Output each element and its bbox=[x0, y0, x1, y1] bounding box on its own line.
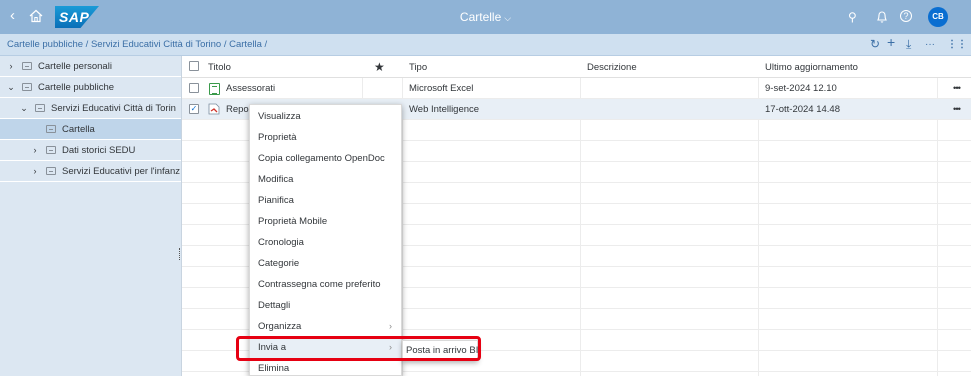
context-menu: Visualizza Proprietà Copia collegamento … bbox=[249, 104, 402, 376]
column-header-descrizione[interactable]: Descrizione bbox=[587, 62, 637, 73]
row-checkbox[interactable]: ✓ bbox=[189, 104, 199, 114]
chevron-right-icon: › bbox=[389, 321, 392, 331]
chevron-down-icon: ⌵ bbox=[504, 13, 512, 23]
shell-title[interactable]: Cartelle ⌵ bbox=[0, 10, 971, 24]
menu-item-copia-collegamento[interactable]: Copia collegamento OpenDoc bbox=[250, 148, 401, 169]
tree-item-label: Cartelle pubbliche bbox=[38, 81, 115, 93]
chevron-right-icon[interactable]: › bbox=[30, 166, 40, 176]
tree-item-servizi-infanzia[interactable]: › Servizi Educativi per l'infanz bbox=[0, 161, 181, 182]
tree-item-label: Servizi Educativi Città di Torin bbox=[51, 102, 176, 114]
tree-item-dati-storici-sedu[interactable]: › Dati storici SEDU bbox=[0, 140, 181, 161]
more-icon[interactable]: ··· bbox=[925, 38, 935, 52]
search-icon[interactable]: ⚲ bbox=[848, 10, 857, 24]
column-header-titolo[interactable]: Titolo bbox=[208, 62, 231, 73]
row-more-icon[interactable]: ••• bbox=[953, 104, 961, 115]
avatar[interactable]: CB bbox=[928, 7, 948, 27]
menu-item-visualizza[interactable]: Visualizza bbox=[250, 106, 401, 127]
menu-item-elimina[interactable]: Elimina bbox=[250, 358, 401, 376]
menu-item-label: Invia a bbox=[258, 342, 286, 353]
grid-view-icon[interactable]: ⋮⋮ bbox=[947, 38, 967, 52]
row-title[interactable]: Assessorati bbox=[226, 83, 275, 94]
tree-item-label: Cartelle personali bbox=[38, 60, 112, 72]
folder-icon bbox=[22, 83, 32, 91]
menu-item-pianifica[interactable]: Pianifica bbox=[250, 190, 401, 211]
excel-file-icon bbox=[209, 83, 220, 95]
menu-item-label: Organizza bbox=[258, 321, 302, 332]
tree-item-label: Servizi Educativi per l'infanz bbox=[62, 165, 180, 177]
row-updated: 9-set-2024 12.10 bbox=[765, 83, 837, 94]
menu-item-proprieta-mobile[interactable]: Proprietà Mobile bbox=[250, 211, 401, 232]
add-icon[interactable]: + bbox=[887, 35, 895, 49]
select-all-checkbox[interactable] bbox=[189, 61, 199, 71]
web-intelligence-icon bbox=[208, 103, 220, 115]
chevron-right-icon[interactable]: › bbox=[6, 61, 16, 71]
folder-icon bbox=[46, 125, 56, 133]
refresh-icon[interactable]: ↻ bbox=[870, 37, 880, 51]
menu-item-modifica[interactable]: Modifica bbox=[250, 169, 401, 190]
menu-item-invia-a[interactable]: Invia a › bbox=[250, 337, 401, 358]
column-header-ultimo-aggiornamento[interactable]: Ultimo aggiornamento bbox=[765, 62, 858, 73]
tree-item-cartelle-personali[interactable]: › Cartelle personali bbox=[0, 56, 181, 77]
tree-item-label: Cartella bbox=[62, 123, 95, 135]
star-icon[interactable]: ★ bbox=[374, 60, 385, 74]
bell-icon[interactable] bbox=[876, 10, 888, 24]
column-header-tipo[interactable]: Tipo bbox=[409, 62, 427, 73]
submenu-posta-in-arrivo-bi[interactable]: Posta in arrivo BI bbox=[402, 340, 478, 361]
shell-bar: ‹ SAP Cartelle ⌵ ⚲ ? CB bbox=[0, 0, 971, 34]
row-checkbox[interactable] bbox=[189, 83, 199, 93]
folder-icon bbox=[35, 104, 45, 112]
menu-item-cronologia[interactable]: Cronologia bbox=[250, 232, 401, 253]
help-icon[interactable]: ? bbox=[900, 10, 912, 22]
tree-item-label: Dati storici SEDU bbox=[62, 144, 136, 156]
folder-icon bbox=[46, 167, 56, 175]
menu-item-categorie[interactable]: Categorie bbox=[250, 253, 401, 274]
row-updated: 17-ott-2024 14.48 bbox=[765, 104, 841, 115]
breadcrumb-bar: Cartelle pubbliche / Servizi Educativi C… bbox=[0, 34, 971, 56]
tree-item-cartella[interactable]: Cartella bbox=[0, 119, 181, 140]
chevron-down-icon[interactable]: ⌄ bbox=[19, 103, 29, 114]
tree-item-servizi-educativi-torino[interactable]: ⌄ Servizi Educativi Città di Torin bbox=[0, 98, 181, 119]
table-row[interactable]: Assessorati Microsoft Excel 9-set-2024 1… bbox=[182, 78, 971, 99]
folder-tree: › Cartelle personali ⌄ Cartelle pubblich… bbox=[0, 56, 181, 376]
shell-title-label: Cartelle bbox=[459, 10, 502, 24]
chevron-down-icon[interactable]: ⌄ bbox=[6, 82, 16, 93]
menu-item-preferito[interactable]: Contrassegna come preferito bbox=[250, 274, 401, 295]
splitter-grip-icon[interactable] bbox=[179, 248, 181, 260]
download-icon[interactable]: ⤓ bbox=[906, 37, 911, 51]
breadcrumb[interactable]: Cartelle pubbliche / Servizi Educativi C… bbox=[7, 39, 267, 50]
menu-item-organizza[interactable]: Organizza › bbox=[250, 316, 401, 337]
chevron-right-icon[interactable]: › bbox=[30, 145, 40, 155]
row-type: Microsoft Excel bbox=[409, 83, 474, 94]
menu-item-proprieta[interactable]: Proprietà bbox=[250, 127, 401, 148]
row-type: Web Intelligence bbox=[409, 104, 480, 115]
folder-icon bbox=[22, 62, 32, 70]
menu-item-dettagli[interactable]: Dettagli bbox=[250, 295, 401, 316]
table-header: Titolo ★ Tipo Descrizione Ultimo aggiorn… bbox=[182, 56, 971, 78]
folder-icon bbox=[46, 146, 56, 154]
chevron-right-icon: › bbox=[389, 342, 392, 352]
tree-item-cartelle-pubbliche[interactable]: ⌄ Cartelle pubbliche bbox=[0, 77, 181, 98]
row-more-icon[interactable]: ••• bbox=[953, 83, 961, 94]
